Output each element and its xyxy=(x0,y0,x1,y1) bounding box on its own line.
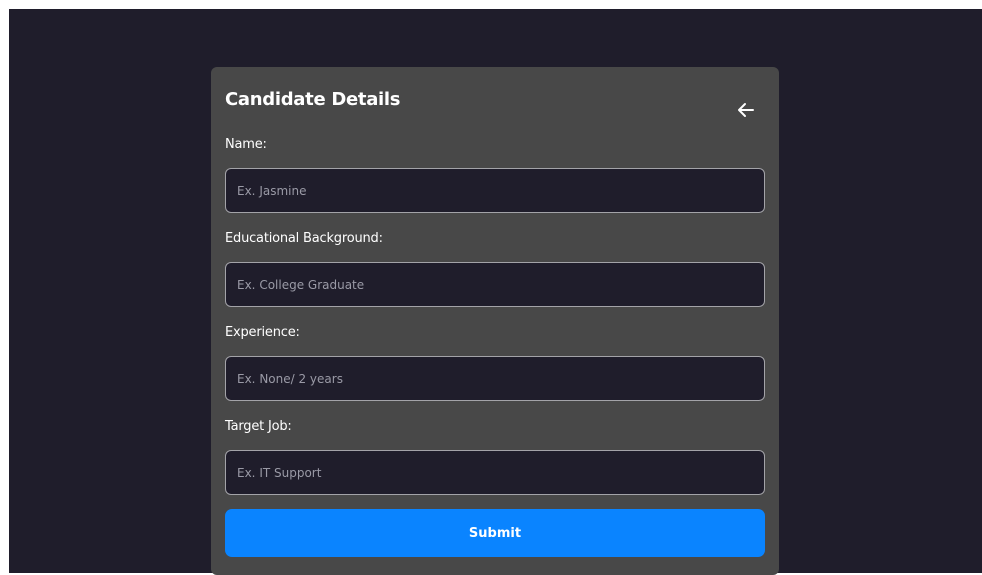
target-job-label: Target Job: xyxy=(225,419,292,434)
educational-background-label: Educational Background: xyxy=(225,231,383,246)
target-job-input[interactable] xyxy=(225,450,765,495)
arrow-left-icon xyxy=(738,103,754,117)
back-button[interactable] xyxy=(733,97,759,123)
name-input[interactable] xyxy=(225,168,765,213)
submit-button[interactable]: Submit xyxy=(225,509,765,557)
name-label: Name: xyxy=(225,137,267,152)
experience-label: Experience: xyxy=(225,325,300,340)
educational-background-input[interactable] xyxy=(225,262,765,307)
page-background: Candidate Details Name: Educational Back… xyxy=(9,9,982,575)
form-title: Candidate Details xyxy=(225,89,401,110)
candidate-details-card: Candidate Details Name: Educational Back… xyxy=(211,67,779,575)
experience-input[interactable] xyxy=(225,356,765,401)
